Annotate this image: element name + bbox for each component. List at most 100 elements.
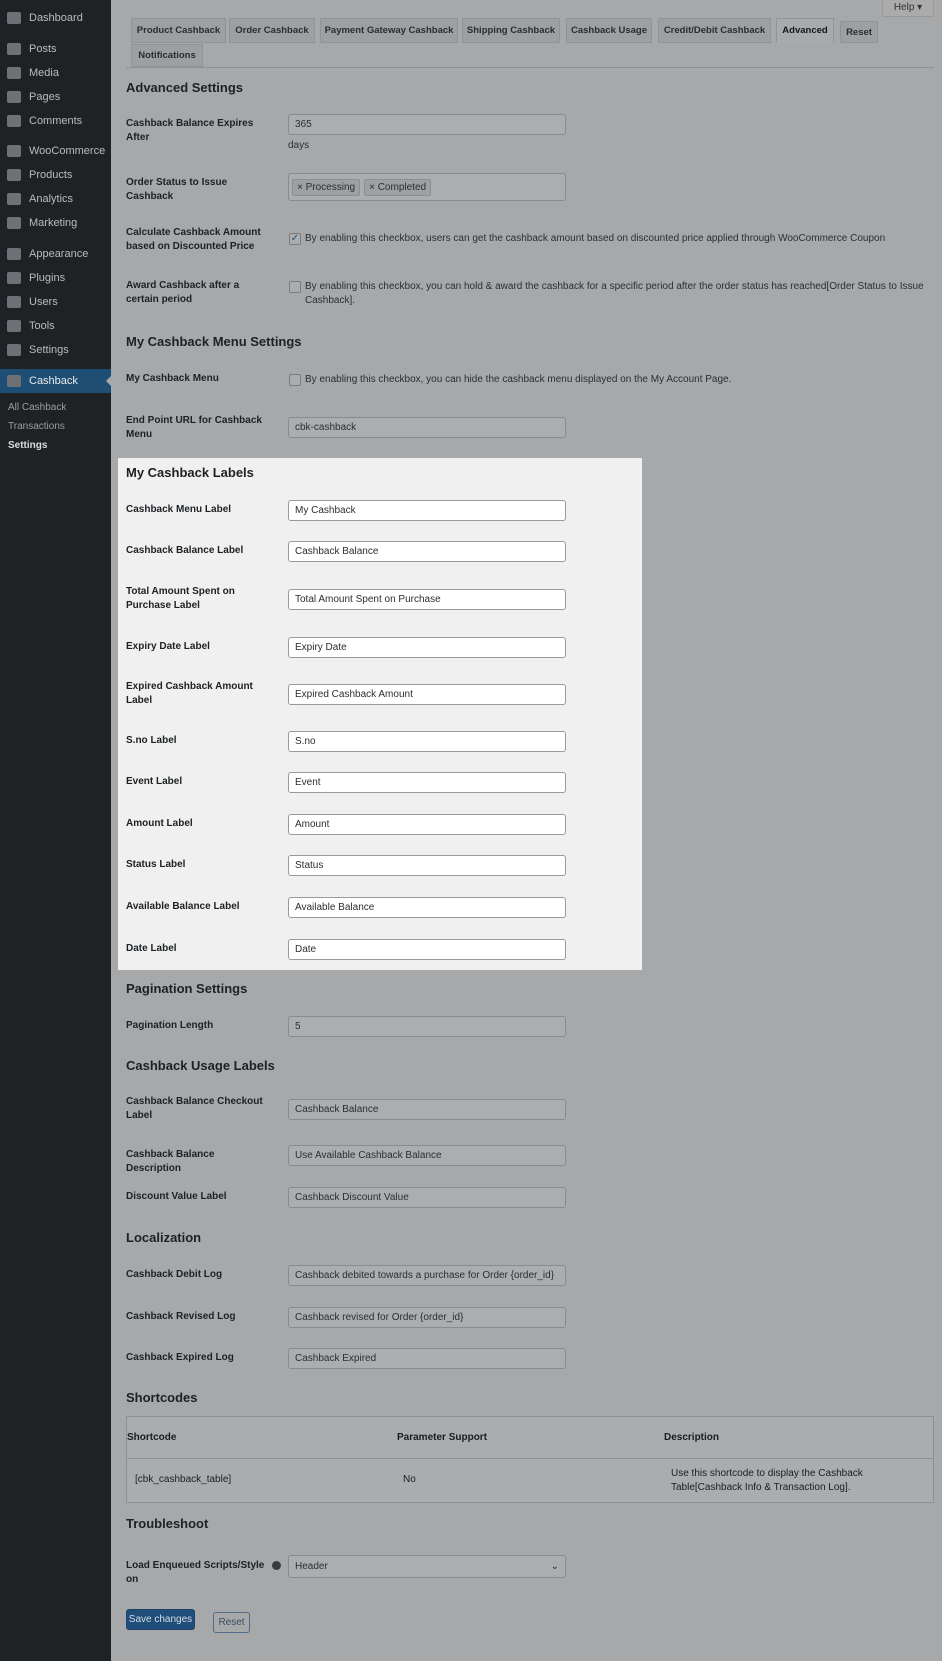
woocommerce-icon [7,145,21,157]
label-0-input[interactable]: My Cashback [288,500,566,521]
cashback-expires-label: Cashback Balance Expires After [126,118,254,143]
plugin-icon [7,272,21,284]
section-heading: Advanced Settings [126,80,244,95]
label-10-input[interactable]: Date [288,939,566,960]
my-cashback-labels-section: Cashback Menu Label My Cashback Cashback B… [118,458,642,970]
section-heading: My Cashback Menu Settings [126,334,302,349]
save-changes-button[interactable]: Save changes [126,1609,195,1630]
tab-advanced[interactable]: Advanced [776,18,834,43]
tab-shipping-cashback[interactable]: Shipping Cashback [462,18,560,43]
usage-0-input[interactable]: Cashback Balance [288,1099,566,1120]
usage-0-label: Cashback Balance Checkout Label [126,1096,263,1121]
table-cell: [cbk_cashback_table] [135,1474,232,1485]
reset-button[interactable]: Reset [213,1612,250,1633]
sidebar-item-label: Products [29,169,73,181]
award-period-description: By enabling this checkbox, you can hold … [305,281,924,306]
table-header: Parameter Support [397,1432,488,1443]
label-0-label: Cashback Menu Label [126,504,232,515]
sidebar-item-plugins[interactable]: Plugins [0,266,111,290]
help-button[interactable]: Help ▾ [882,0,934,17]
table-cell: Use this shortcode to display the Cashba… [671,1468,863,1493]
sidebar-item-posts[interactable]: Posts [0,37,111,61]
sidebar-item-marketing[interactable]: Marketing [0,211,111,235]
pages-icon [7,91,21,103]
label-8-input[interactable]: Status [288,855,566,876]
admin-sidebar: Dashboard Posts Media Pages Comments WooComme… [0,0,111,1661]
sidebar-item-label: Cashback [29,375,78,387]
table-cell: No [403,1474,416,1485]
tab-cashback-usage[interactable]: Cashback Usage [566,18,652,43]
submenu-item[interactable]: All Cashback [8,402,66,413]
usage-1-input[interactable]: Use Available Cashback Balance [288,1145,566,1166]
sidebar-item-users[interactable]: Users [0,290,111,314]
tab-credit-debit-cashback[interactable]: Credit/Debit Cashback [658,18,771,43]
section-heading: My Cashback Labels [126,465,254,480]
discounted-price-checkbox[interactable]: ✓ [289,233,301,245]
tab-reset[interactable]: Reset [840,21,878,43]
order-status-label: Order Status to Issue Cashback [126,177,228,202]
sidebar-item-products[interactable]: Products [0,163,111,187]
sidebar-item-label: Appearance [29,248,89,260]
tab-product-cashback[interactable]: Product Cashback [131,18,226,43]
usage-1-label: Cashback Balance Description [126,1149,215,1174]
sidebar-item-media[interactable]: Media [0,61,111,85]
sidebar-item-comments[interactable]: Comments [0,109,111,133]
localization-0-input[interactable]: Cashback debited towards a purchase for … [288,1265,566,1286]
label-2-input[interactable]: Total Amount Spent on Purchase [288,589,566,610]
sidebar-item-cashback[interactable]: Cashback [0,369,111,393]
sidebar-item-analytics[interactable]: Analytics [0,187,111,211]
localization-1-input[interactable]: Cashback revised for Order {order_id} [288,1307,566,1328]
localization-2-input[interactable]: Cashback Expired [288,1348,566,1369]
sidebar-item-settings[interactable]: Settings [0,338,111,362]
order-status-tag[interactable]: × Completed [364,178,432,196]
tab-notifications[interactable]: Notifications [131,44,203,67]
tab-payment-gateway-cashback[interactable]: Payment Gateway Cashback [320,18,458,43]
localization-2-label: Cashback Expired Log [126,1352,234,1363]
section-heading: Localization [126,1230,202,1245]
wrench-icon [7,320,21,332]
label-8-label: Status Label [126,859,186,870]
shortcodes-table: Shortcode Parameter Support Description [cb… [126,1416,934,1503]
hide-menu-checkbox[interactable] [289,374,301,386]
help-tip-icon[interactable] [272,1561,281,1570]
pagination-length-label: Pagination Length [126,1020,214,1031]
label-9-label: Available Balance Label [126,901,240,912]
label-5-input[interactable]: S.no [288,731,566,752]
sidebar-item-label: Analytics [29,193,74,205]
label-7-input[interactable]: Amount [288,814,566,835]
sidebar-item-label: Media [29,67,59,79]
label-9-input[interactable]: Available Balance [288,897,566,918]
sidebar-item-dashboard[interactable]: Dashboard [0,6,111,30]
sidebar-item-label: Tools [29,320,55,332]
sidebar-item-woocommerce[interactable]: WooCommerce [0,139,111,163]
label-6-input[interactable]: Event [288,772,566,793]
endpoint-url-label: End Point URL for Cashback Menu [126,415,262,440]
hide-menu-description: By enabling this checkbox, you can hide … [305,374,732,385]
submenu-item[interactable]: Transactions [8,421,65,432]
cashback-expires-input[interactable]: 365 [288,114,566,135]
label-1-input[interactable]: Cashback Balance [288,541,566,562]
discounted-price-description: By enabling this checkbox, users can get… [305,233,886,244]
pin-icon [7,43,21,55]
tab-order-cashback[interactable]: Order Cashback [229,18,315,43]
label-4-input[interactable]: Expired Cashback Amount [288,684,566,705]
order-status-tag[interactable]: × Processing [292,178,361,196]
analytics-icon [7,193,21,205]
settings-icon [7,344,21,356]
submenu-item[interactable]: Settings [8,440,47,451]
usage-2-input[interactable]: Cashback Discount Value [288,1187,566,1208]
sidebar-item-label: Posts [29,43,57,55]
pagination-length-input[interactable]: 5 [288,1016,566,1037]
award-period-checkbox[interactable] [289,281,301,293]
cashback-icon [7,375,21,387]
load-scripts-select[interactable]: Header ⌄ [288,1555,566,1578]
sidebar-item-appearance[interactable]: Appearance [0,242,111,266]
order-status-select[interactable]: × Processing × Completed [288,173,566,201]
sidebar-item-tools[interactable]: Tools [0,314,111,338]
endpoint-url-input[interactable]: cbk-cashback [288,417,566,438]
user-icon [7,296,21,308]
label-3-input[interactable]: Expiry Date [288,637,566,658]
sidebar-item-pages[interactable]: Pages [0,85,111,109]
chevron-down-icon: ⌄ [550,1561,559,1572]
tab-divider [126,67,934,68]
